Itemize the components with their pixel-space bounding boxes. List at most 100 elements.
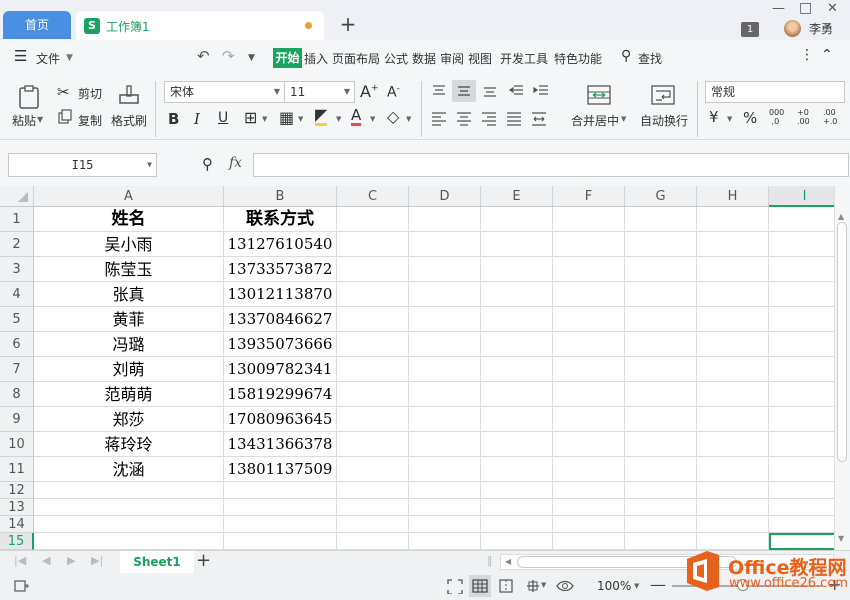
cell-d9[interactable]: [409, 407, 481, 432]
cell-a8[interactable]: 范萌萌: [34, 382, 224, 407]
cell-f2[interactable]: [553, 232, 625, 257]
cell-h7[interactable]: [697, 357, 769, 382]
cell-a7[interactable]: 刘萌: [34, 357, 224, 382]
column-header-g[interactable]: G: [625, 186, 697, 207]
cell-h15[interactable]: [697, 533, 769, 550]
cell-h14[interactable]: [697, 516, 769, 533]
row-header-10[interactable]: 10: [0, 432, 34, 457]
cell-a12[interactable]: [34, 482, 224, 499]
zoom-out-icon[interactable]: —: [650, 575, 666, 594]
scroll-left-icon[interactable]: ◀: [505, 557, 511, 566]
cell-h12[interactable]: [697, 482, 769, 499]
cell-b5[interactable]: 13370846627: [224, 307, 337, 332]
cell-g2[interactable]: [625, 232, 697, 257]
cell-d14[interactable]: [409, 516, 481, 533]
cell-g13[interactable]: [625, 499, 697, 516]
cell-b15[interactable]: [224, 533, 337, 550]
cell-c13[interactable]: [337, 499, 409, 516]
cell-c6[interactable]: [337, 332, 409, 357]
paste-icon[interactable]: [15, 84, 43, 110]
undo-icon[interactable]: ↶: [197, 47, 210, 65]
cell-h6[interactable]: [697, 332, 769, 357]
cell-e1[interactable]: [481, 207, 553, 232]
collapse-ribbon-icon[interactable]: ⌃: [821, 47, 833, 63]
cell-b8[interactable]: 15819299674: [224, 382, 337, 407]
scroll-down-icon[interactable]: ▼: [838, 534, 844, 543]
scroll-up-icon[interactable]: ▲: [838, 212, 844, 221]
menu-formula[interactable]: 公式: [384, 50, 408, 67]
row-header-15[interactable]: 15: [0, 533, 34, 550]
cell-a4[interactable]: 张真: [34, 282, 224, 307]
row-header-5[interactable]: 5: [0, 307, 34, 332]
cell-b4[interactable]: 13012113870: [224, 282, 337, 307]
cell-d3[interactable]: [409, 257, 481, 282]
cell-f3[interactable]: [553, 257, 625, 282]
chevron-down-icon[interactable]: ▼: [262, 115, 267, 123]
merge-center-icon[interactable]: [586, 83, 612, 107]
merge-center-button[interactable]: 合并居中: [571, 112, 619, 129]
fx-icon[interactable]: fx: [229, 155, 242, 171]
cell-h5[interactable]: [697, 307, 769, 332]
cell-f11[interactable]: [553, 457, 625, 482]
align-left-icon[interactable]: [430, 110, 448, 126]
chevron-down-icon[interactable]: ▼: [336, 115, 341, 123]
cell-b2[interactable]: 13127610540: [224, 232, 337, 257]
first-sheet-icon[interactable]: |◀: [14, 554, 26, 567]
cell-e8[interactable]: [481, 382, 553, 407]
font-name-select[interactable]: 宋体 ▼: [164, 81, 285, 103]
cell-f10[interactable]: [553, 432, 625, 457]
menu-developer[interactable]: 开发工具: [500, 50, 548, 67]
cell-i14[interactable]: [769, 516, 834, 533]
cell-f9[interactable]: [553, 407, 625, 432]
cell-c12[interactable]: [337, 482, 409, 499]
row-header-1[interactable]: 1: [0, 207, 34, 232]
copy-icon[interactable]: [57, 109, 73, 125]
cell-b13[interactable]: [224, 499, 337, 516]
cell-b9[interactable]: 17080963645: [224, 407, 337, 432]
search-icon[interactable]: ⚲: [621, 48, 631, 64]
cell-c7[interactable]: [337, 357, 409, 382]
cell-i8[interactable]: [769, 382, 834, 407]
splitter-icon[interactable]: ‖: [487, 554, 493, 567]
align-bottom-icon[interactable]: [481, 83, 499, 99]
row-header-7[interactable]: 7: [0, 357, 34, 382]
more-options-icon[interactable]: ⋮: [800, 47, 814, 63]
font-size-select[interactable]: 11 ▼: [284, 81, 355, 103]
column-header-i[interactable]: I: [769, 186, 834, 207]
cell-f15[interactable]: [553, 533, 625, 550]
cell-e2[interactable]: [481, 232, 553, 257]
cell-e9[interactable]: [481, 407, 553, 432]
cell-g5[interactable]: [625, 307, 697, 332]
cell-f7[interactable]: [553, 357, 625, 382]
zoom-lookup-icon[interactable]: ⚲: [202, 155, 213, 173]
cell-i5[interactable]: [769, 307, 834, 332]
menu-page-layout[interactable]: 页面布局: [332, 50, 380, 67]
spreadsheet-grid[interactable]: ABCDEFGHI 1 姓名 联系方式 2 吴小雨 13127610540 3 陈莹玉 1373…: [0, 186, 834, 550]
prev-sheet-icon[interactable]: ◀: [42, 554, 50, 567]
wrap-text-button[interactable]: 自动换行: [640, 112, 688, 129]
scissors-icon[interactable]: ✂: [57, 83, 70, 101]
row-header-11[interactable]: 11: [0, 457, 34, 482]
cell-d15[interactable]: [409, 533, 481, 550]
format-painter-button[interactable]: 格式刷: [111, 112, 147, 129]
cell-c5[interactable]: [337, 307, 409, 332]
hamburger-icon[interactable]: ☰: [14, 47, 27, 65]
eye-protection-icon[interactable]: [555, 578, 575, 594]
cell-c11[interactable]: [337, 457, 409, 482]
cell-a14[interactable]: [34, 516, 224, 533]
column-header-e[interactable]: E: [481, 186, 553, 207]
cell-a2[interactable]: 吴小雨: [34, 232, 224, 257]
cell-e5[interactable]: [481, 307, 553, 332]
cell-h13[interactable]: [697, 499, 769, 516]
row-header-12[interactable]: 12: [0, 482, 34, 499]
cell-g15[interactable]: [625, 533, 697, 550]
cell-b12[interactable]: [224, 482, 337, 499]
justify-icon[interactable]: [505, 110, 523, 126]
increase-font-size-icon[interactable]: A+: [360, 82, 379, 101]
cell-e13[interactable]: [481, 499, 553, 516]
cell-f6[interactable]: [553, 332, 625, 357]
window-count-badge[interactable]: 1: [741, 22, 759, 37]
cell-i4[interactable]: [769, 282, 834, 307]
cell-c4[interactable]: [337, 282, 409, 307]
customize-quick-access-icon[interactable]: ▼: [248, 53, 255, 63]
